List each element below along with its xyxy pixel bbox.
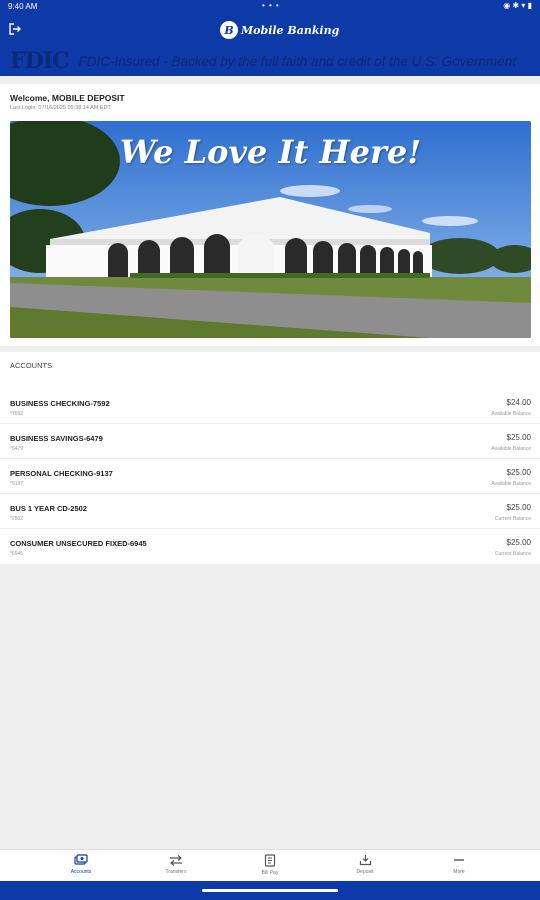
account-row[interactable]: CONSUMER UNSECURED FIXED-6945 *6945 $25.… <box>0 530 540 564</box>
nav-more[interactable]: More <box>429 854 489 875</box>
balance-label: Current Balance <box>494 551 531 557</box>
account-number: *6945 <box>10 551 24 557</box>
fdic-notice: FDIC-Insured - Backed by the full faith … <box>78 53 516 69</box>
nav-label: Deposit <box>356 869 374 875</box>
gesture-bar <box>0 881 540 900</box>
account-row[interactable]: BUS 1 YEAR CD-2502 *2502 $25.00 Current … <box>0 495 540 529</box>
accounts-icon <box>74 854 88 865</box>
nav-accounts[interactable]: Accounts <box>51 854 111 875</box>
status-time: 9:40 AM <box>8 2 38 11</box>
account-number: *2502 <box>10 516 24 522</box>
account-balance: $25.00 <box>506 433 531 442</box>
accounts-header: ACCOUNTS <box>10 361 53 370</box>
account-name: PERSONAL CHECKING-9137 <box>10 469 113 478</box>
more-icon <box>454 859 464 861</box>
account-name: BUSINESS CHECKING-7592 <box>10 399 110 408</box>
last-login: Last Login: 07/16/2025 09:38:14 AM EDT <box>10 105 111 111</box>
welcome-title: Welcome, MOBILE DEPOSIT <box>10 93 125 103</box>
account-row[interactable]: BUSINESS CHECKING-7592 *7592 $24.00 Avai… <box>0 390 540 424</box>
app-title: Mobile Banking <box>241 23 340 37</box>
window-dots: • • • <box>262 1 280 10</box>
fdic-banner: FDIC FDIC-Insured - Backed by the full f… <box>0 46 540 76</box>
nav-bill-pay[interactable]: Bill Pay <box>240 854 300 876</box>
balance-label: Current Balance <box>494 516 531 522</box>
nav-label: Bill Pay <box>261 870 279 876</box>
bill-pay-icon <box>264 854 276 867</box>
account-name: BUS 1 YEAR CD-2502 <box>10 504 87 513</box>
account-balance: $25.00 <box>506 468 531 477</box>
account-balance: $25.00 <box>506 538 531 547</box>
bank-logo-icon: B <box>220 21 238 39</box>
deposit-icon <box>359 855 371 866</box>
status-bar: 9:40 AM • • • ◉ ✱ ▾ ▮ <box>0 0 540 14</box>
system-icons: ◉ ✱ ▾ ▮ <box>503 1 532 10</box>
nav-label: Accounts <box>70 869 92 875</box>
nav-deposit[interactable]: Deposit <box>335 854 395 875</box>
account-number: *6479 <box>10 446 24 452</box>
balance-label: Available Balance <box>491 411 531 417</box>
accounts-card: ACCOUNTS BUSINESS CHECKING-7592 *7592 $2… <box>0 352 540 564</box>
transfer-icon <box>170 855 182 866</box>
brand-logo: B Mobile Banking <box>220 20 339 40</box>
promo-banner: We Love It Here! <box>10 121 531 338</box>
account-row[interactable]: PERSONAL CHECKING-9137 *9137 $25.00 Avai… <box>0 460 540 494</box>
welcome-card: Welcome, MOBILE DEPOSIT Last Login: 07/1… <box>0 84 540 346</box>
banner-title: We Love It Here! <box>119 133 422 171</box>
app-bar: B Mobile Banking <box>0 14 540 46</box>
fdic-logo: FDIC <box>10 48 69 74</box>
account-name: BUSINESS SAVINGS-6479 <box>10 434 103 443</box>
account-number: *9137 <box>10 481 24 487</box>
bottom-nav: Accounts Transfers Bill Pay Deposit More <box>0 849 540 881</box>
account-row[interactable]: BUSINESS SAVINGS-6479 *6479 $25.00 Avail… <box>0 425 540 459</box>
nav-transfers[interactable]: Transfers <box>146 854 206 875</box>
nav-label: Transfers <box>165 869 187 875</box>
home-indicator[interactable] <box>202 889 338 892</box>
account-name: CONSUMER UNSECURED FIXED-6945 <box>10 539 147 548</box>
balance-label: Available Balance <box>491 446 531 452</box>
account-balance: $25.00 <box>506 503 531 512</box>
account-number: *7592 <box>10 411 24 417</box>
logout-icon[interactable] <box>8 22 22 36</box>
nav-label: More <box>453 869 465 875</box>
account-balance: $24.00 <box>506 398 531 407</box>
balance-label: Available Balance <box>491 481 531 487</box>
